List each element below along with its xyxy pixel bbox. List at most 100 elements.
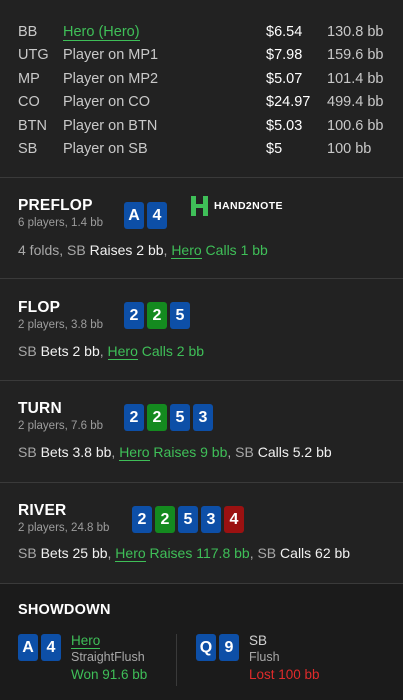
showdown-villain: Q 9 SB Flush Lost 100 bb [196, 632, 320, 683]
player-name: Player on SB [63, 141, 148, 158]
card: 3 [193, 404, 213, 431]
player-row: MP Player on MP2 $5.07 101.4 bb [18, 67, 385, 91]
action-text: SB [18, 444, 41, 460]
hero-link[interactable]: Hero [171, 242, 202, 259]
player-stack: $5.07 [266, 70, 303, 87]
action-text: Calls 5.2 bb [257, 444, 332, 460]
player-stack: $6.54 [266, 23, 303, 40]
result-won: Won 91.6 bb [71, 667, 148, 682]
player-position: UTG [18, 47, 49, 64]
showdown-hero: A 4 Hero StraightFlush Won 91.6 bb [18, 632, 147, 683]
player-name: Player on BTN [63, 117, 158, 134]
villain-showdown-cards: Q 9 [196, 634, 239, 661]
card: 9 [219, 634, 239, 661]
card: 5 [170, 302, 190, 329]
hero-link[interactable]: Hero [107, 343, 138, 360]
result-lost: Lost 100 bb [249, 667, 320, 682]
player-stack-bb: 101.4 bb [327, 70, 384, 87]
player-row: BTN Player on BTN $5.03 100.6 bb [18, 114, 385, 138]
hand-rank: Flush [249, 650, 280, 664]
board-cards: 2 2 5 3 [124, 404, 213, 431]
player-position: CO [18, 94, 40, 111]
street-name: RIVER [18, 502, 67, 519]
turn-section: TURN 2 players, 7.6 bb 2 2 5 3 SB Bets 3… [0, 381, 403, 483]
card: A [18, 634, 38, 661]
hand2note-logo: HAND2NOTE [191, 196, 283, 216]
action-text: SB [18, 343, 41, 359]
player-stack-bb: 130.8 bb [327, 23, 384, 40]
card: 5 [178, 506, 198, 533]
player-position: BTN [18, 117, 47, 134]
player-position: MP [18, 70, 40, 87]
street-pot-info: 2 players, 24.8 bb [18, 522, 110, 534]
player-stack-bb: 499.4 bb [327, 94, 384, 111]
card: Q [196, 634, 216, 661]
hero-showdown-cards: A 4 [18, 634, 61, 661]
hero-action-text: Calls 1 bb [201, 242, 268, 258]
hero-link[interactable]: Hero [119, 444, 150, 461]
player-stack: $5.03 [266, 117, 303, 134]
player-name: Player on MP1 [63, 47, 159, 64]
card: 2 [132, 506, 152, 533]
player-row: CO Player on CO $24.97 499.4 bb [18, 91, 385, 115]
player-stack: $24.97 [266, 94, 311, 111]
board-cards: 2 2 5 [124, 302, 190, 329]
street-name: FLOP [18, 299, 61, 316]
action-text: Raises 2 bb [89, 242, 164, 258]
showdown-section: SHOWDOWN A 4 Hero StraightFlush Won 91.6… [0, 584, 403, 700]
villain-name: SB [249, 633, 268, 648]
card: A [124, 202, 144, 229]
flop-section: FLOP 2 players, 3.8 bb 2 2 5 SB Bets 2 b… [0, 279, 403, 381]
hero-link[interactable]: Hero [71, 633, 101, 649]
hero-player-name[interactable]: Hero (Hero) [63, 23, 266, 41]
player-name: Player on MP2 [63, 70, 159, 87]
player-row: SB Player on SB $5 100 bb [18, 138, 385, 162]
action-text: SB [18, 545, 41, 561]
action-text: Bets 3.8 bb [40, 444, 112, 460]
action-text: Bets 2 bb [40, 343, 100, 359]
river-section: RIVER 2 players, 24.8 bb 2 2 5 3 4 SB Be… [0, 483, 403, 584]
preflop-section: PREFLOP 6 players, 1.4 bb A 4 HAND2NOTE … [0, 178, 403, 279]
hero-link[interactable]: Hero [115, 545, 146, 562]
player-name: Player on CO [63, 94, 151, 111]
hero-action-text: Raises 9 bb [149, 444, 228, 460]
action-text: 4 folds, SB [18, 242, 90, 258]
street-pot-info: 2 players, 3.8 bb [18, 319, 104, 331]
action-text: Calls 62 bb [280, 545, 351, 561]
street-action: SB Bets 2 bb, Hero Calls 2 bb [18, 343, 385, 360]
player-stack-bb: 100 bb [327, 141, 372, 158]
card: 2 [124, 302, 144, 329]
card: 2 [147, 404, 167, 431]
action-text: Bets 25 bb [40, 545, 108, 561]
hero-action-text: Raises 117.8 bb [145, 545, 250, 561]
street-pot-info: 6 players, 1.4 bb [18, 217, 104, 229]
divider [176, 634, 177, 686]
hero-hole-cards: A 4 [124, 202, 167, 229]
player-position: SB [18, 141, 38, 158]
player-stack-bb: 159.6 bb [327, 47, 384, 64]
street-name: PREFLOP [18, 197, 93, 214]
card: 3 [201, 506, 221, 533]
hand2note-logo-icon [191, 196, 208, 216]
street-pot-info: 2 players, 7.6 bb [18, 420, 104, 432]
board-cards: 2 2 5 3 4 [132, 506, 244, 533]
player-row: UTG Player on MP1 $7.98 159.6 bb [18, 44, 385, 68]
street-action: SB Bets 25 bb, Hero Raises 117.8 bb, SB … [18, 545, 385, 562]
card: 4 [147, 202, 167, 229]
players-table: BB Hero (Hero) $6.54 130.8 bb UTG Player… [0, 0, 403, 178]
card: 5 [170, 404, 190, 431]
card: 2 [147, 302, 167, 329]
action-text: , SB [227, 444, 258, 460]
player-position: BB [18, 23, 38, 40]
showdown-title: SHOWDOWN [18, 602, 111, 618]
card: 2 [155, 506, 175, 533]
action-text: , SB [249, 545, 281, 561]
street-action: SB Bets 3.8 bb, Hero Raises 9 bb, SB Cal… [18, 444, 385, 461]
player-row: BB Hero (Hero) $6.54 130.8 bb [18, 20, 385, 44]
hero-action-text: Calls 2 bb [137, 343, 205, 359]
card: 4 [41, 634, 61, 661]
card: 2 [124, 404, 144, 431]
player-stack-bb: 100.6 bb [327, 117, 384, 134]
hand-rank: StraightFlush [71, 650, 145, 664]
player-stack: $5 [266, 141, 283, 158]
